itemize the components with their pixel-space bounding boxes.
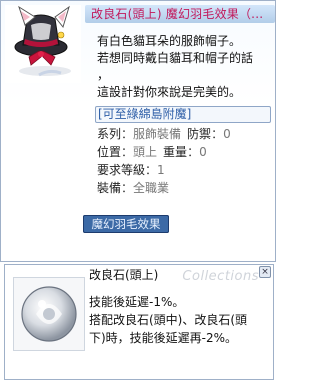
property-separator: ： (187, 145, 200, 159)
item-name-tab[interactable]: 魔幻羽毛效果 (83, 215, 169, 233)
enchant-location-link[interactable]: [可至綠綿島附魔] (95, 106, 271, 123)
property-row: 系列 ： 服飾裝備 防禦 ： 0 (97, 125, 273, 143)
property-separator: ： (121, 181, 134, 195)
collections-watermark: Collections (182, 269, 259, 284)
enchant-location-link-text[interactable]: [可至綠綿島附魔] (96, 107, 270, 122)
property-separator: ： (121, 127, 134, 141)
property-row: 裝備 ： 全職業 (97, 179, 273, 197)
property-value: 頭上 (133, 145, 158, 159)
property-value: 全職業 (133, 181, 170, 195)
item-title-bar: 改良石(頭上) 魔幻羽毛效果（... (85, 5, 275, 23)
description-line: 若想同時戴白貓耳和帽子的話 (97, 51, 254, 65)
description-line: 搭配改良石(頭中)、改良石(頭 (89, 313, 248, 327)
close-button[interactable]: × (259, 266, 271, 278)
property-key: 防禦 (187, 127, 212, 141)
property-row: 要求等級 ： 1 (97, 161, 273, 179)
close-icon[interactable]: × (261, 267, 269, 277)
item-properties: 系列 ： 服飾裝備 防禦 ： 0 位置 ： 頭上 重量 ： 0 要求等級 ： 1… (97, 125, 273, 197)
enchant-stone-icon (21, 286, 77, 342)
description-line: 有白色貓耳朵的服飾帽子。 (97, 34, 242, 48)
card-info-window: 改良石(頭上) Collections × 技能後延遲-1%。 搭配改良石(頭中… (4, 264, 274, 380)
description-line: 技能後延遲-1%。 (89, 295, 185, 309)
property-key: 位置 (97, 145, 122, 159)
property-value: 0 (223, 127, 231, 141)
item-title: 改良石(頭上) 魔幻羽毛效果（... (91, 7, 264, 21)
card-description: 技能後延遲-1%。 搭配改良石(頭中)、改良石(頭 下)時，技能後延遲再-2%。 (89, 293, 271, 347)
white-cat-ear-hat-icon (14, 5, 71, 77)
item-name-tab-label[interactable]: 魔幻羽毛效果 (83, 215, 169, 233)
description-line: 下)時，技能後延遲再-2%。 (89, 331, 238, 345)
property-separator: ： (211, 127, 224, 141)
property-separator: ： (145, 163, 158, 177)
property-row: 位置 ： 頭上 重量 ： 0 (97, 143, 273, 161)
card-image (13, 277, 85, 351)
description-line: 這設計對你來說是完美的。 (97, 85, 242, 99)
property-key: 重量 (163, 145, 188, 159)
property-key: 系列 (97, 127, 122, 141)
item-description: 有白色貓耳朵的服飾帽子。 若想同時戴白貓耳和帽子的話 ， 這設計對你來說是完美的… (97, 33, 273, 101)
description-line: ， (97, 68, 110, 82)
property-key: 裝備 (97, 181, 122, 195)
property-key: 要求等級 (97, 163, 146, 177)
property-separator: ： (121, 145, 134, 159)
property-value: 1 (157, 163, 165, 177)
item-info-window: 改良石(頭上) 魔幻羽毛效果（... 有白色貓耳朵的服飾帽子。 若想同時戴白貓耳… (0, 0, 276, 262)
property-value: 服飾裝備 (133, 127, 182, 141)
property-value: 0 (199, 145, 207, 159)
item-image (5, 5, 81, 83)
